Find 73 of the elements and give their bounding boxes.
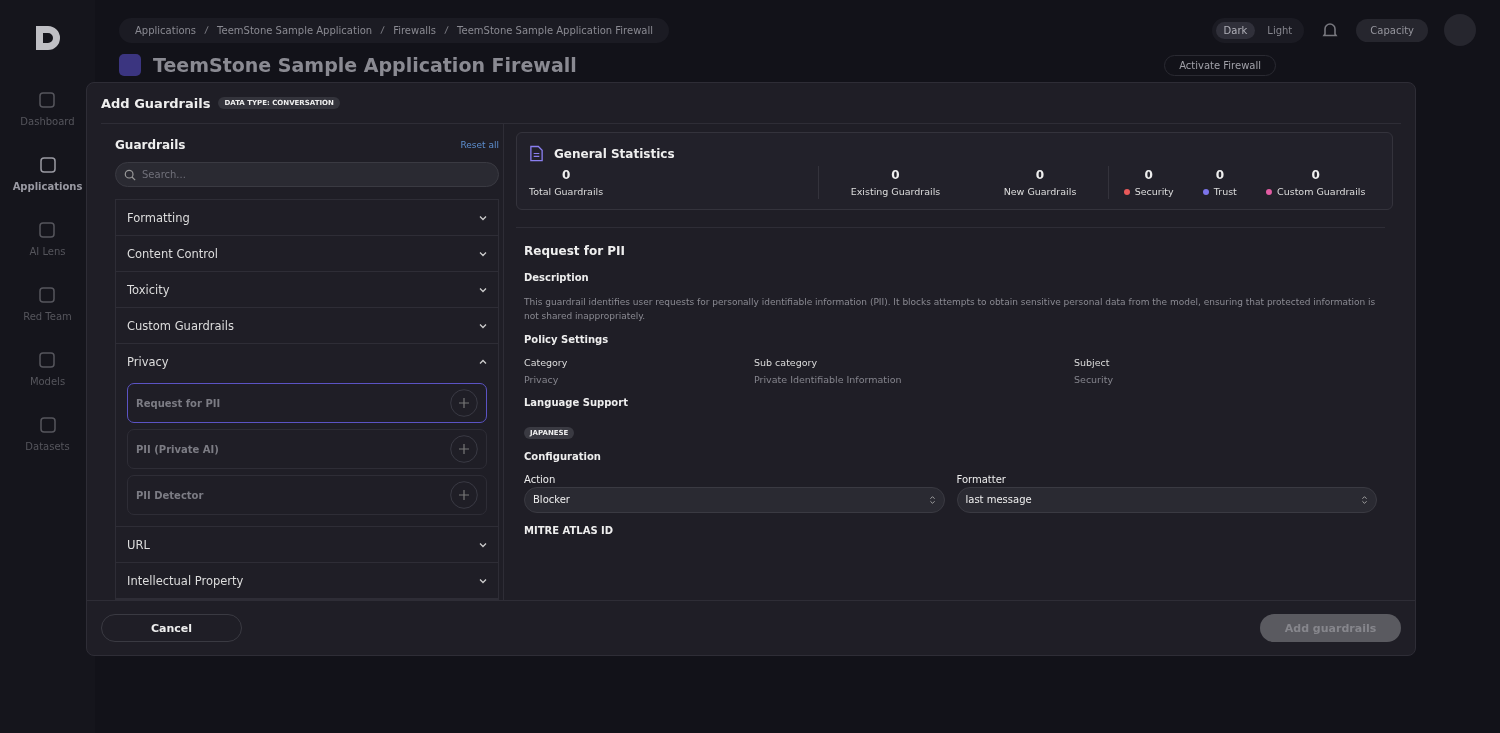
policy-label: Category [524,356,569,368]
policy-value: Private Identifiable Information [754,373,903,385]
nav-icon [37,90,58,110]
nav-icon [37,285,58,305]
document-icon [529,145,544,162]
dialog-title: Add Guardrails [101,95,211,111]
page-title: TeemStone Sample Application Firewall [153,54,577,76]
stat-label: Total Guardrails [529,186,604,197]
section-heading: Policy Settings [524,333,610,345]
guardrail-name: PII Detector [136,489,204,501]
breadcrumb-link[interactable]: TeemStone Sample Application Firewall [457,24,654,36]
guardrail-card[interactable]: PII (Private AI) [127,429,487,469]
guardrails-heading: Guardrails [115,138,186,152]
slash-separator-icon [380,25,386,35]
section-heading: MITRE ATLAS ID [524,524,615,536]
nav-icon [37,415,58,435]
stat-value: 0 [1035,168,1045,182]
category-row[interactable]: Privacy [116,344,498,379]
stat-value: 0 [561,168,571,182]
guardrail-title: Request for PII [524,244,626,258]
breadcrumb-link[interactable]: Applications [135,24,197,36]
category-row[interactable]: Content Control [116,236,498,271]
sidebar-item[interactable]: Applications [12,155,83,192]
guardrail-card[interactable]: Request for PII [127,383,487,423]
up-down-arrows-icon [1361,494,1368,505]
stat-value: 0 [1215,168,1224,182]
search-field[interactable]: Search... [115,162,499,187]
category-row[interactable]: Intellectual Property [116,563,498,598]
reset-all-link[interactable]: Reset all [460,140,499,150]
select-field[interactable]: Blocker [524,486,945,513]
stat-label: Custom Guardrails [1277,186,1366,197]
statistics-title: General Statistics [554,146,675,161]
theme-option[interactable]: Dark [1215,21,1256,39]
category-row[interactable]: Custom Guardrails [116,308,498,343]
add-icon[interactable] [450,481,478,509]
guardrail-name: PII (Private AI) [136,443,219,455]
section-heading: Configuration [524,450,602,462]
stat-value: 0 [1311,168,1320,182]
breadcrumb-link[interactable]: Firewalls [393,24,437,36]
field-label: Action [524,473,557,485]
stat-value: 0 [1144,168,1153,182]
policy-label: Subject [1074,356,1111,368]
stat-label: New Guardrails [1003,186,1077,197]
app-icon [119,54,141,76]
description-text: This guardrail identifies user requests for personally identifiable information (PII). It blocks attempts to obtain sensitive personal data from the model, ensuring that protected information is not shared inappropriately. [524,296,1377,324]
field-label: Formatter [956,473,1007,485]
up-down-arrows-icon [928,494,936,505]
search-icon [124,169,136,181]
policy-value: Privacy [524,373,560,385]
slash-separator-icon [444,25,450,35]
guardrail-name: Request for PII [136,397,221,409]
stat-label: Security [1134,186,1174,197]
policy-value: Security [1074,373,1114,385]
capacity-badge: Capacity [1356,18,1428,42]
add-icon[interactable] [450,389,478,417]
breadcrumb-link[interactable]: TeemStone Sample Application [217,24,373,36]
slash-separator-icon [204,25,210,35]
nav-icon [37,220,58,240]
nav-icon [37,350,58,370]
guardrail-card[interactable]: PII Detector [127,475,487,515]
stat-label: Existing Guardrails [850,186,941,197]
stat-value: 0 [891,168,900,182]
policy-label: Sub category [754,356,819,368]
select-field[interactable]: last message [956,486,1377,513]
section-heading: Description [524,272,590,283]
stat-label: Trust [1213,186,1237,197]
nav-icon [37,155,58,175]
category-row[interactable]: Toxicity [116,272,498,307]
theme-option[interactable]: Light [1259,21,1301,39]
section-heading: Language Support [524,396,629,408]
category-row[interactable]: Formatting [116,200,498,235]
add-icon[interactable] [450,435,478,463]
category-row[interactable]: URL [116,527,498,562]
